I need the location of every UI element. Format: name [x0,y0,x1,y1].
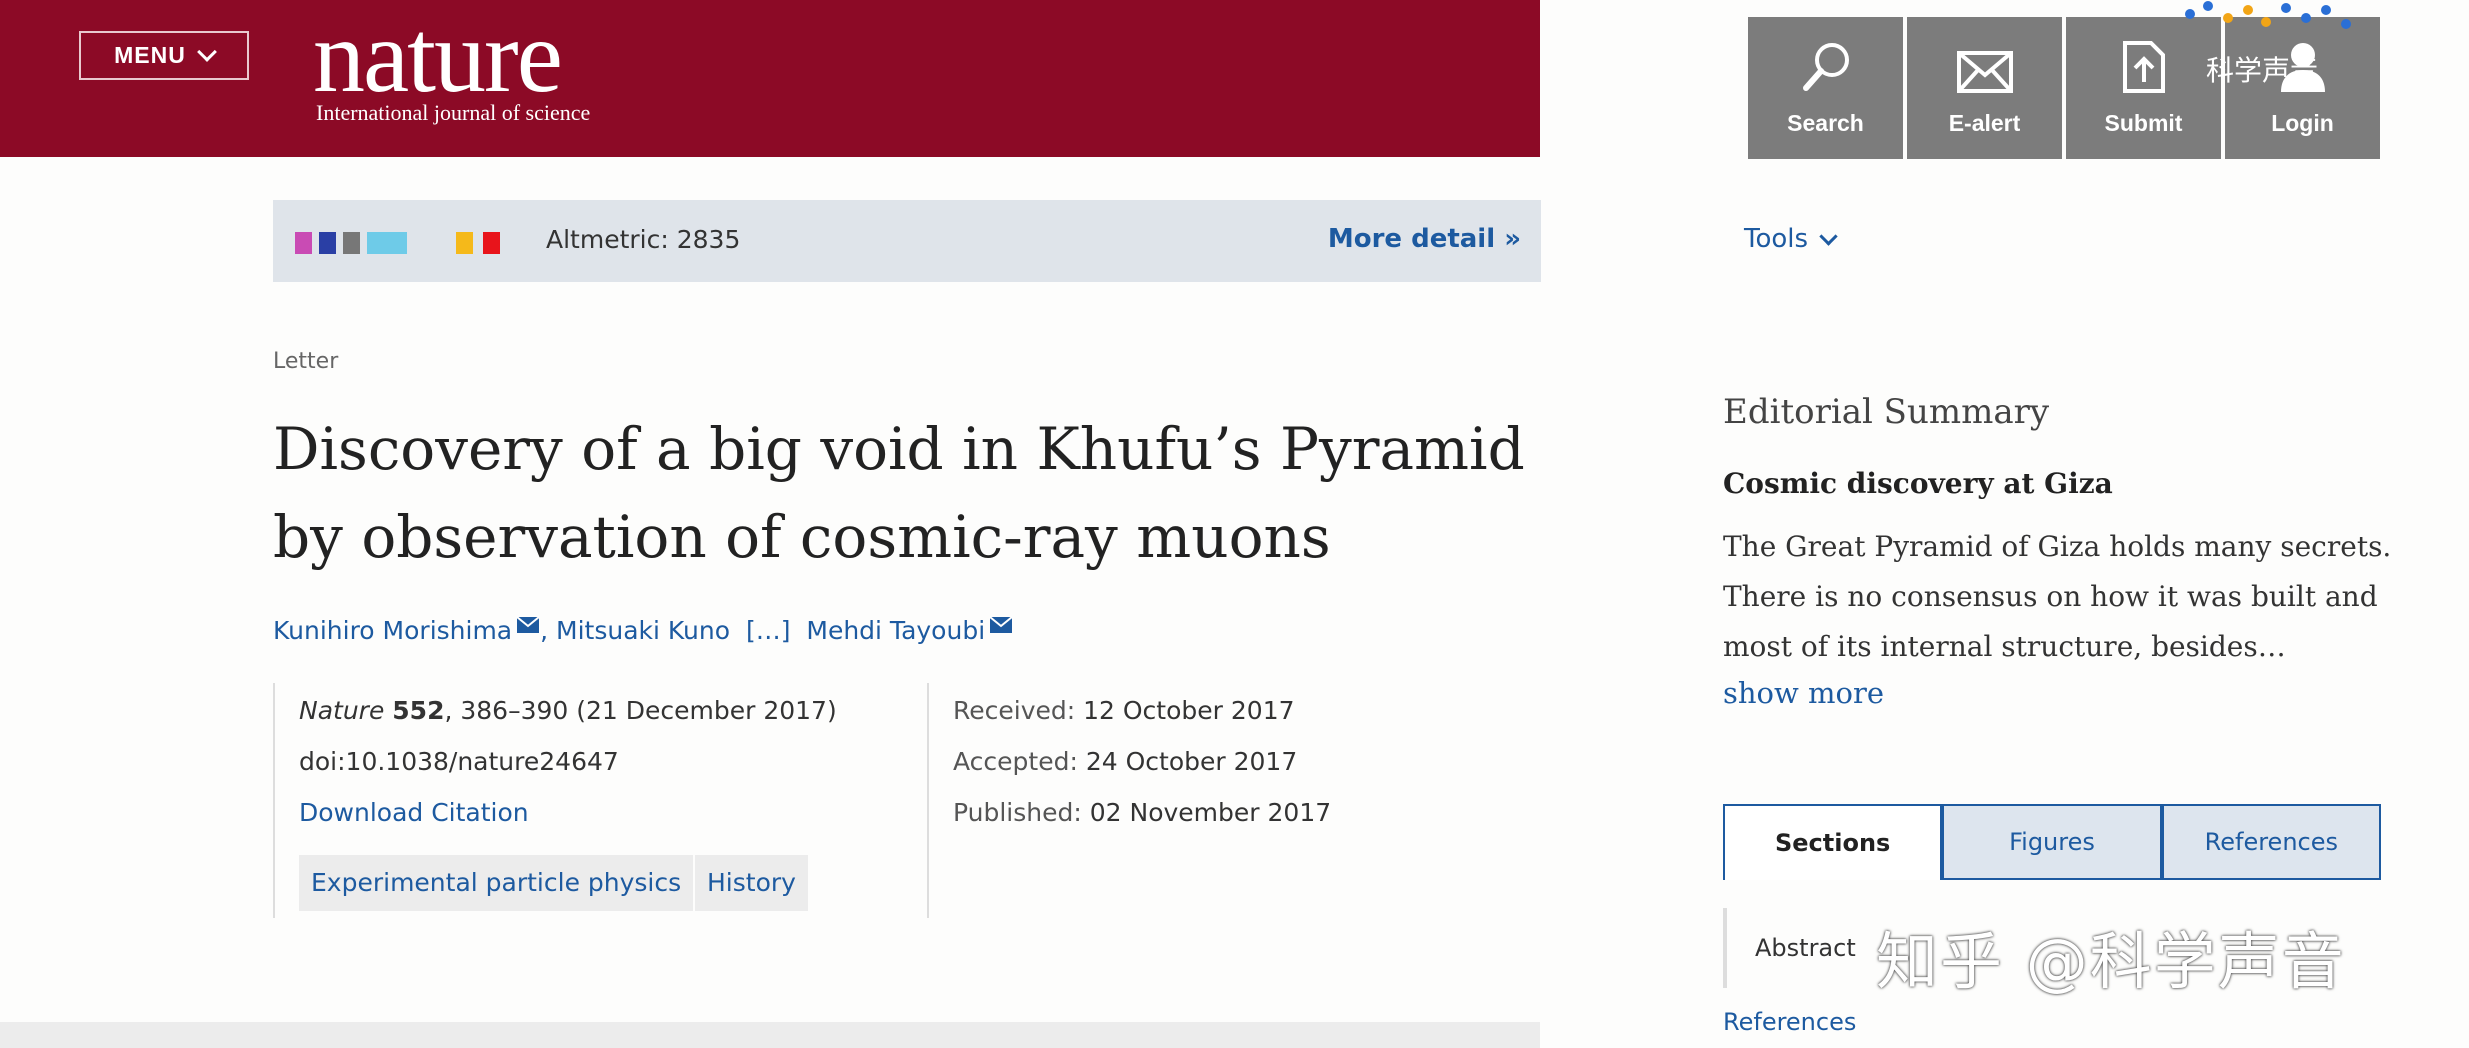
altmetric-swatch [483,232,500,254]
article-type: Letter [273,349,339,374]
author-link[interactable]: Mehdi Tayoubi [806,616,985,645]
altmetric-swatch [295,232,312,254]
tab-figures[interactable]: Figures [1942,804,2162,880]
altmetric-swatch [456,232,473,254]
article-title-line: by observation of cosmic-ray muons [273,503,1331,571]
author-link[interactable]: Kunihiro Morishima [273,616,512,645]
received-label: Received: [953,696,1076,725]
mail-icon[interactable] [516,616,540,634]
logo-tagline: International journal of science [316,100,591,125]
sidebar-tabs: Sections Figures References [1723,804,2381,880]
e-alert-button[interactable]: E-alert [1907,17,2062,159]
search-icon [1802,43,1849,91]
journal-volume: 552 [392,696,445,725]
submit-label: Submit [2104,110,2183,136]
login-label: Login [2271,110,2334,136]
accepted-label: Accepted: [953,747,1078,776]
menu-button[interactable]: MENU [79,31,249,80]
journal-name: Nature [299,696,385,725]
published-value: 02 November 2017 [1089,798,1332,827]
altmetric-score: Altmetric: 2835 [546,225,741,254]
chevron-down-icon [196,42,217,62]
bottom-strip [0,1022,1540,1048]
search-label: Search [1787,110,1864,136]
published-label: Published: [953,798,1082,827]
received-date: Received: 12 October 2017 [953,696,1295,725]
received-value: 12 October 2017 [1083,696,1295,725]
upload-icon [2122,41,2165,93]
more-detail-link[interactable]: More detail » [1328,224,1521,254]
altmetric-swatch [367,232,407,254]
nature-logo[interactable]: nature [313,2,563,112]
more-detail-label: More detail [1327,224,1496,254]
e-alert-label: E-alert [1948,110,2021,136]
author-link[interactable]: Mitsuaki Kuno [556,616,730,645]
expand-authors-link[interactable]: […] [746,616,791,645]
doi: doi:10.1038/nature24647 [299,747,619,776]
tools-dropdown[interactable]: Tools [1744,224,1838,254]
watermark-logo-icon [2185,1,2351,29]
show-more-link[interactable]: show more [1723,676,1884,710]
article-title-line: Discovery of a big void in Khufu’s Pyram… [273,415,1525,483]
altmetric-bar: Altmetric: 2835 More detail » [273,200,1541,282]
subject-tag[interactable]: Experimental particle physics [299,855,694,911]
journal-pages-date: , 386–390 (21 December 2017) [444,696,837,725]
accepted-date: Accepted: 24 October 2017 [953,747,1297,776]
menu-label: MENU [114,42,186,68]
editorial-summary-title: Cosmic discovery at Giza [1723,467,2113,500]
search-button[interactable]: Search [1748,17,1903,159]
published-date: Published: 02 November 2017 [953,798,1331,827]
dates-block: Received: 12 October 2017 Accepted: 24 O… [927,683,1429,918]
zhihu-watermark: 知乎 @科学声音 [1876,925,2346,998]
citation-block: Nature 552, 386–390 (21 December 2017) d… [273,683,925,918]
chevron-down-icon [1819,226,1838,246]
editorial-summary-body: The Great Pyramid of Giza holds many sec… [1723,530,2392,663]
editorial-summary-heading: Editorial Summary [1723,392,2050,432]
tools-label: Tools [1744,224,1809,254]
journal-citation: Nature 552, 386–390 (21 December 2017) [299,696,837,725]
altmetric-swatch [343,232,360,254]
tab-sections[interactable]: Sections [1723,804,1943,880]
accepted-value: 24 October 2017 [1085,747,1298,776]
toc-item-references[interactable]: References [1723,1008,1856,1036]
mail-icon[interactable] [989,616,1013,634]
tab-references[interactable]: References [2161,804,2381,880]
top-watermark-text: 科学声音 [2206,54,2319,87]
site-header: MENU nature International journal of sci… [0,0,1540,157]
subject-tag[interactable]: History [695,855,808,911]
altmetric-swatch [319,232,336,254]
mail-icon [1956,51,2013,93]
article-title: Discovery of a big void in Khufu’s Pyram… [273,405,1543,581]
author-list: Kunihiro Morishima, Mitsuaki Kuno […] Me… [273,616,1013,645]
download-citation-link[interactable]: Download Citation [299,798,529,827]
double-chevron-right-icon: » [1504,224,1521,254]
